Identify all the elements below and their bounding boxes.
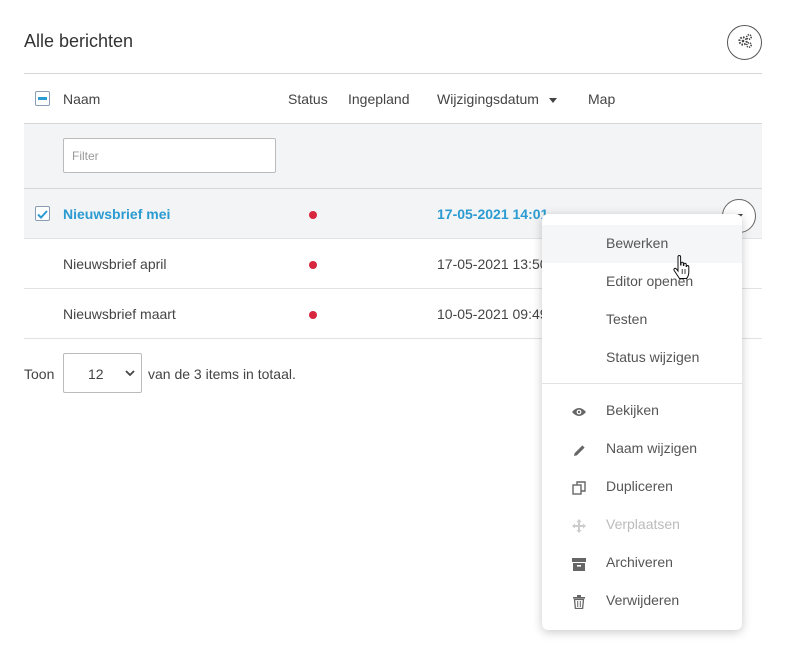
pagination: Toon 12 van de 3 items in totaal. xyxy=(24,353,424,393)
eye-icon xyxy=(571,404,587,420)
column-header-modified-label: Wijzigingsdatum xyxy=(437,91,539,107)
menu-item-test[interactable]: Testen xyxy=(542,301,742,339)
column-header-scheduled[interactable]: Ingepland xyxy=(348,91,410,107)
menu-item-change-status[interactable]: Status wijzigen xyxy=(542,339,742,377)
column-header-modified[interactable]: Wijzigingsdatum xyxy=(437,91,557,107)
gears-icon xyxy=(737,33,753,52)
menu-item-archive[interactable]: Archiveren xyxy=(542,544,742,582)
menu-item-label: Testen xyxy=(606,311,648,327)
page-title: Alle berichten xyxy=(24,31,134,51)
menu-item-label: Verwijderen xyxy=(606,592,680,608)
menu-item-edit[interactable]: Bewerken xyxy=(542,225,742,263)
status-dot xyxy=(309,211,317,219)
menu-item-label: Archiveren xyxy=(606,554,673,570)
copy-icon xyxy=(571,480,587,496)
menu-item-label: Bewerken xyxy=(606,235,669,251)
move-icon xyxy=(571,518,587,534)
archive-icon xyxy=(571,556,587,572)
row-actions-menu: Bewerken Editor openen Testen Status wij… xyxy=(542,214,742,630)
trash-icon xyxy=(571,594,587,610)
pagination-prefix: Toon xyxy=(24,366,55,382)
table-header: Naam Status Ingepland Wijzigingsdatum Ma… xyxy=(24,73,762,124)
menu-divider xyxy=(542,383,742,384)
row-date: 17-05-2021 13:50 xyxy=(437,256,548,272)
menu-item-label: Dupliceren xyxy=(606,478,673,494)
sort-desc-icon xyxy=(548,97,557,103)
row-name[interactable]: Nieuwsbrief mei xyxy=(63,206,170,222)
filter-input[interactable] xyxy=(63,138,276,173)
row-name[interactable]: Nieuwsbrief april xyxy=(63,256,166,272)
page-size-value: 12 xyxy=(88,366,104,382)
column-header-name[interactable]: Naam xyxy=(63,91,100,107)
menu-item-view[interactable]: Bekijken xyxy=(542,392,742,430)
menu-item-label: Bekijken xyxy=(606,402,659,418)
settings-button[interactable] xyxy=(727,25,762,60)
menu-item-label: Status wijzigen xyxy=(606,349,700,365)
menu-item-label: Naam wijzigen xyxy=(606,440,698,456)
pagination-total: van de 3 items in totaal. xyxy=(148,366,296,382)
column-header-folder[interactable]: Map xyxy=(588,91,615,107)
select-all-checkbox[interactable] xyxy=(35,91,50,106)
pencil-icon xyxy=(571,442,587,458)
menu-item-move[interactable]: Verplaatsen xyxy=(542,506,742,544)
filter-row xyxy=(24,124,762,189)
hand-cursor-icon xyxy=(673,254,691,281)
column-header-status[interactable]: Status xyxy=(288,91,328,107)
row-name[interactable]: Nieuwsbrief maart xyxy=(63,306,176,322)
status-dot xyxy=(309,261,317,269)
row-date: 10-05-2021 09:49 xyxy=(437,306,548,322)
page-size-select[interactable]: 12 xyxy=(63,353,142,393)
status-dot xyxy=(309,311,317,319)
menu-item-open-editor[interactable]: Editor openen xyxy=(542,263,742,301)
menu-item-label: Verplaatsen xyxy=(606,516,680,532)
row-checkbox[interactable] xyxy=(35,206,50,221)
check-icon xyxy=(37,206,48,222)
menu-item-duplicate[interactable]: Dupliceren xyxy=(542,468,742,506)
menu-item-rename[interactable]: Naam wijzigen xyxy=(542,430,742,468)
menu-item-delete[interactable]: Verwijderen xyxy=(542,582,742,620)
row-date: 17-05-2021 14:01 xyxy=(437,206,549,222)
